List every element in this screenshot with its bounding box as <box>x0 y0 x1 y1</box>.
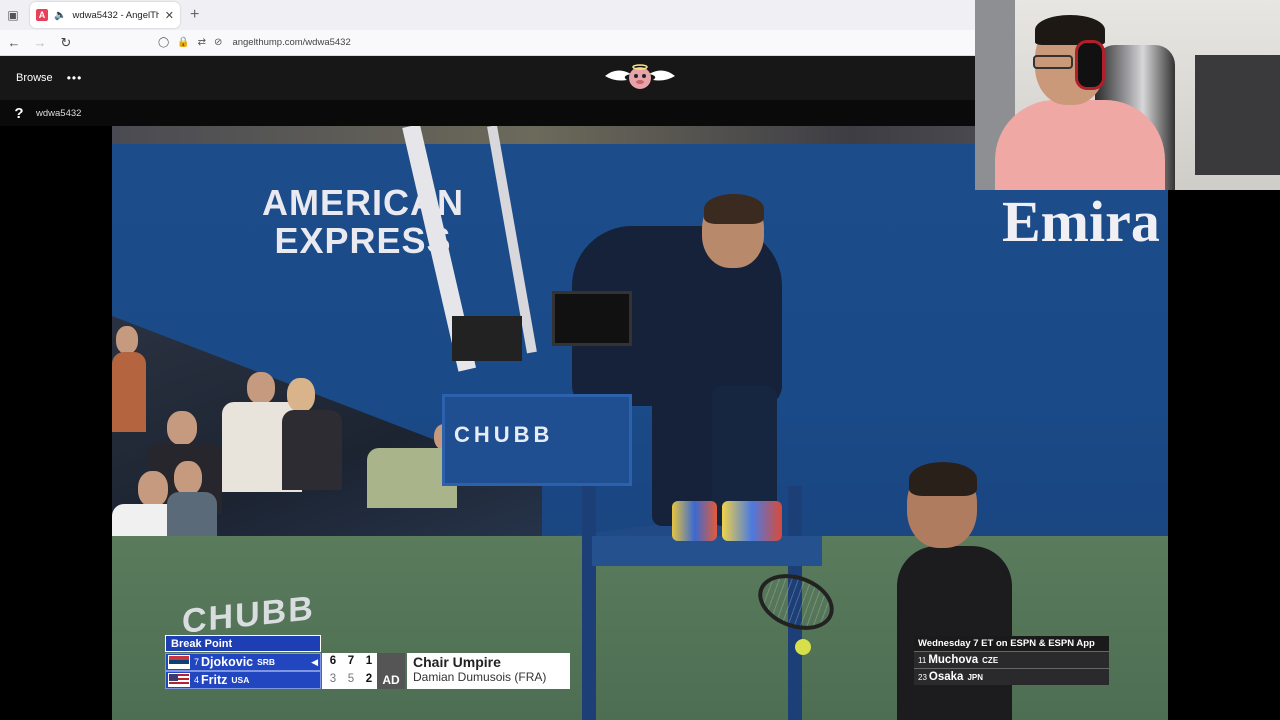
set-score: 3 <box>329 673 337 685</box>
promo-seed: 23 <box>918 672 927 682</box>
chair-phone <box>452 316 522 361</box>
autoplay-blocked-icon[interactable]: ⊘ <box>214 37 222 48</box>
permissions-icon[interactable]: ⇄ <box>198 37 206 48</box>
webcam-overlay <box>975 0 1280 190</box>
browser-tab[interactable]: A 🔈 wdwa5432 - AngelThump ✕ <box>30 2 180 28</box>
spectator-head <box>287 378 315 412</box>
usa-flag-icon <box>168 673 190 687</box>
umpire-hair <box>704 194 764 224</box>
spectator-head <box>167 411 197 445</box>
set-scores: 6 7 1 3 5 2 <box>322 653 377 689</box>
set-score: 5 <box>347 673 355 685</box>
game-score-value: AD <box>382 673 400 687</box>
promo-row: 23 Osaka JPN <box>914 668 1109 685</box>
upcoming-match-promo: Wednesday 7 ET on ESPN & ESPN App 11 Muc… <box>914 636 1109 685</box>
reload-icon[interactable]: ↻ <box>54 31 78 55</box>
promo-seed: 11 <box>918 655 927 665</box>
emirates-ad: Emira <box>1002 189 1160 254</box>
set-score: 7 <box>347 655 355 667</box>
promo-header: Wednesday 7 ET on ESPN & ESPN App <box>914 636 1109 651</box>
spectator-body <box>282 410 342 490</box>
new-tab-icon[interactable]: + <box>190 6 199 24</box>
game-score: AD <box>377 653 405 689</box>
forward-arrow-icon[interactable]: → <box>28 31 52 55</box>
player-name: Djokovic <box>201 655 254 669</box>
player-body <box>897 546 1012 720</box>
close-tab-icon[interactable]: ✕ <box>165 9 174 22</box>
player-name: Fritz <box>201 673 228 687</box>
set-score: 1 <box>365 655 373 667</box>
chair-monitor <box>552 291 632 346</box>
umpire-shoe <box>722 501 782 541</box>
back-arrow-icon[interactable]: ← <box>2 31 26 55</box>
spectator-head <box>116 326 138 354</box>
tab-title: wdwa5432 - AngelThump <box>72 9 159 21</box>
score-status: Break Point <box>165 635 321 652</box>
lock-icon[interactable]: 🔒 <box>177 37 189 48</box>
player-seed: 4 <box>194 675 200 685</box>
screen: ▣ A 🔈 wdwa5432 - AngelThump ✕ + ← → ↻ ◯ … <box>0 0 1280 720</box>
player-hair <box>909 462 977 496</box>
favicon-icon: A <box>36 9 48 21</box>
browser-nav-bar: ← → ↻ ◯ 🔒 ⇄ ⊘ angelthump.com/wdwa5432 <box>0 30 975 56</box>
promo-country: JPN <box>967 672 983 682</box>
tab-list-icon[interactable]: ▣ <box>0 0 26 30</box>
umpire-shoe <box>672 501 717 541</box>
spectator-body <box>112 352 146 432</box>
caption-box: Chair Umpire Damian Dumusois (FRA) <box>407 653 570 689</box>
serbia-flag-icon <box>168 655 190 669</box>
player-seed: 7 <box>194 657 200 667</box>
address-bar[interactable]: ◯ 🔒 ⇄ ⊘ angelthump.com/wdwa5432 <box>158 31 351 55</box>
headset-icon <box>1075 40 1105 90</box>
promo-player-name: Osaka <box>928 671 964 683</box>
set-score: 6 <box>329 655 337 667</box>
spectator-head <box>174 461 202 495</box>
speaker-icon[interactable]: 🔈 <box>54 10 66 21</box>
score-row-player1: 7 Djokovic SRB ◀ <box>165 653 321 671</box>
site-header: Browse ••• <box>0 56 975 100</box>
webcam-cabinet <box>1195 55 1280 175</box>
url-text[interactable]: angelthump.com/wdwa5432 <box>232 37 350 48</box>
player-country: USA <box>231 675 250 685</box>
browser-tab-bar: ▣ A 🔈 wdwa5432 - AngelThump ✕ + <box>0 0 975 30</box>
promo-player-name: Muchova <box>928 654 979 666</box>
angelthump-logo-icon[interactable] <box>603 64 677 92</box>
glasses-icon <box>1033 55 1073 69</box>
caption-subtitle: Damian Dumusois (FRA) <box>413 670 547 684</box>
promo-row: 11 Muchova CZE <box>914 651 1109 668</box>
streamer-name[interactable]: wdwa5432 <box>36 108 81 119</box>
promo-country: CZE <box>982 655 999 665</box>
set-score: 2 <box>365 673 373 685</box>
video-player[interactable]: AMERICAN EXPRESS Emira CHUBB CHUBB Break… <box>112 126 1168 720</box>
stream-info-bar: ? wdwa5432 <box>0 100 975 126</box>
help-icon[interactable]: ? <box>10 104 28 122</box>
score-row-player2: 4 Fritz USA <box>165 671 321 689</box>
browse-link[interactable]: Browse <box>16 72 53 84</box>
more-menu-icon[interactable]: ••• <box>67 71 83 85</box>
caption-title: Chair Umpire <box>413 654 501 670</box>
shield-icon[interactable]: ◯ <box>158 37 169 48</box>
spectator-head <box>138 471 168 507</box>
tennis-ball <box>795 639 811 655</box>
player-country: SRB <box>257 657 276 667</box>
serve-indicator-icon: ◀ <box>311 657 318 667</box>
streamer-body <box>995 100 1165 190</box>
chubb-chair-ad: CHUBB <box>454 422 554 447</box>
spectator-head <box>247 372 275 404</box>
